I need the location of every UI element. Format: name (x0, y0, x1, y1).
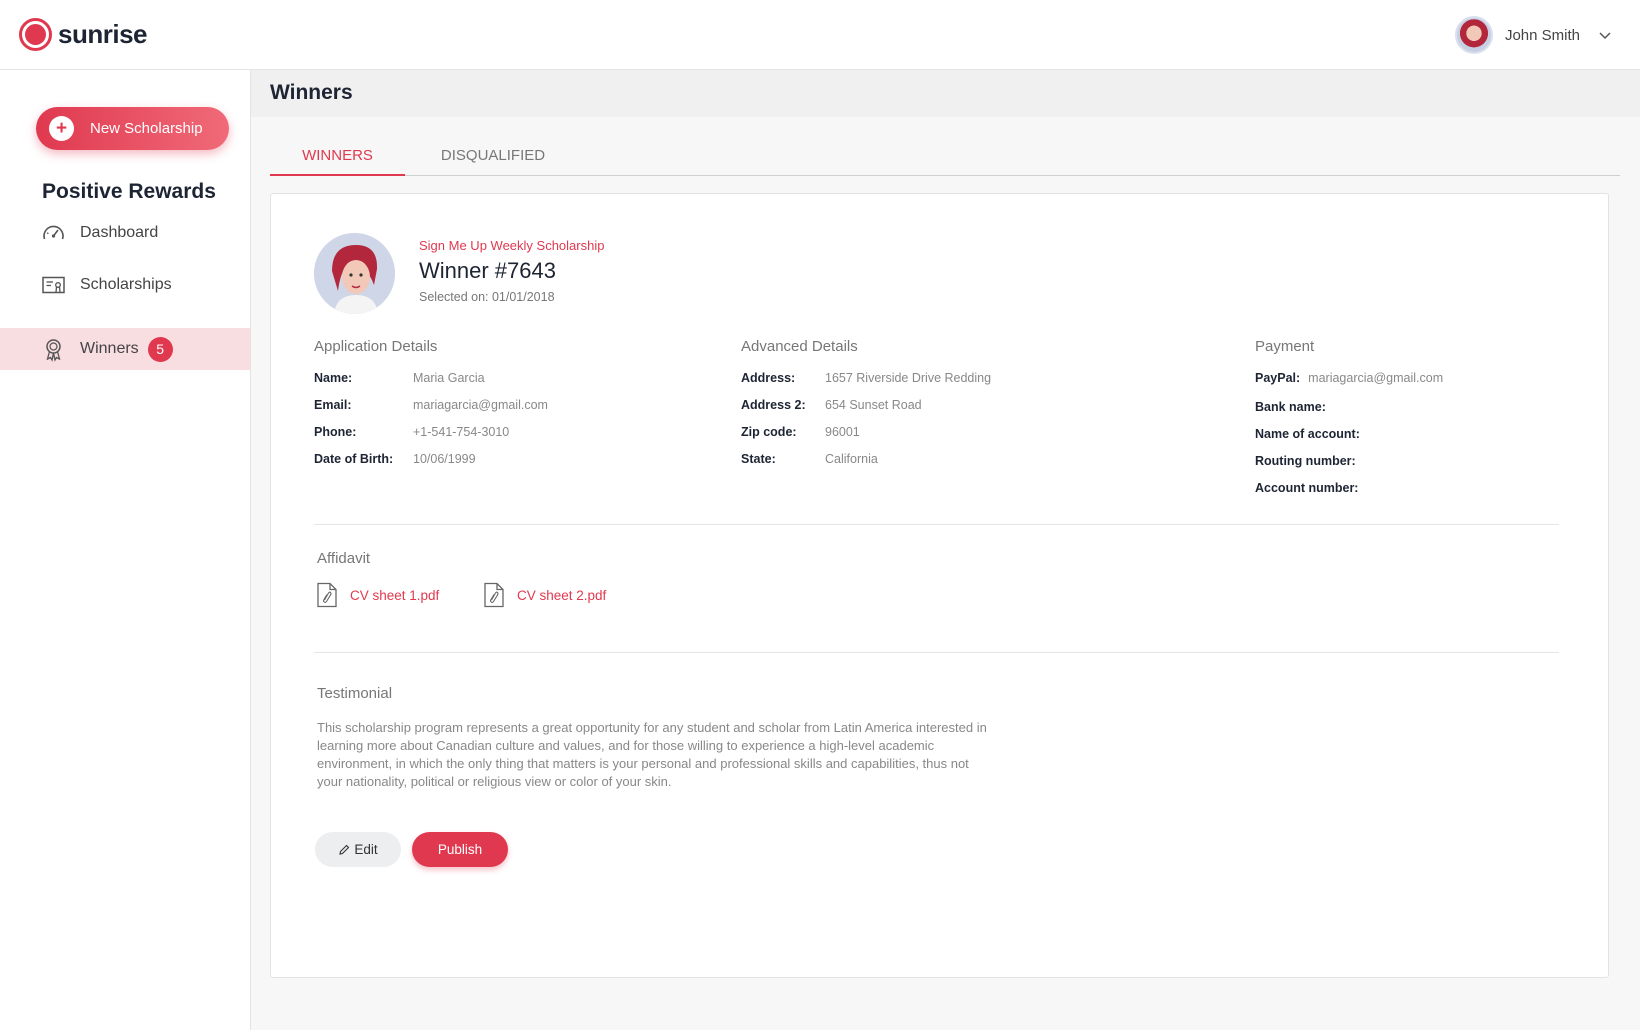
affidavit-file-2[interactable]: CV sheet 2.pdf (483, 582, 606, 608)
field-address: Address: 1657 Riverside Drive Redding (741, 371, 991, 385)
field-value: mariagarcia@gmail.com (413, 398, 548, 412)
sidebar-item-label: Winners (80, 340, 139, 357)
field-value: California (825, 452, 878, 466)
tab-bar: WINNERS DISQUALIFIED (270, 143, 1620, 176)
winner-title: Winner #7643 (419, 258, 556, 283)
speedometer-icon (43, 225, 64, 239)
field-name-of-account: Name of account: (1255, 427, 1360, 441)
testimonial-title: Testimonial (317, 685, 393, 702)
field-value: mariagarcia@gmail.com (1308, 371, 1444, 385)
main-content: Winners WINNERS DISQUALIFIED Sign Me Up … (251, 70, 1640, 1030)
field-label: Address 2: (741, 398, 806, 412)
new-scholarship-label: New Scholarship (90, 120, 203, 137)
page-header: Winners (251, 70, 1640, 117)
field-label: Email: (314, 398, 352, 412)
field-phone: Phone: +1-541-754-3010 (314, 425, 509, 439)
field-value: 96001 (825, 425, 860, 439)
publish-label: Publish (437, 842, 483, 857)
field-value: +1-541-754-3010 (413, 425, 510, 439)
field-label: Name of account: (1255, 427, 1360, 441)
publish-button[interactable]: Publish (412, 832, 508, 867)
document-icon (317, 582, 337, 608)
user-menu[interactable]: John Smith (1454, 15, 1614, 55)
field-value: 1657 Riverside Drive Redding (825, 371, 992, 385)
field-label: Name: (314, 371, 353, 385)
winner-photo (314, 233, 395, 314)
logo-icon (19, 18, 52, 51)
user-avatar[interactable] (1454, 16, 1493, 54)
user-name[interactable]: John Smith (1505, 27, 1580, 44)
sidebar: + New Scholarship Positive Rewards Dashb… (0, 70, 251, 1030)
brand-name: sunrise (58, 19, 148, 49)
field-value: 654 Sunset Road (825, 398, 922, 412)
new-scholarship-button[interactable]: + New Scholarship (36, 107, 229, 150)
sidebar-item-scholarships[interactable]: Scholarships (0, 264, 250, 306)
edit-button[interactable]: Edit (315, 832, 401, 867)
divider (314, 524, 1559, 525)
sidebar-item-label: Scholarships (80, 276, 172, 293)
field-bank-name: Bank name: (1255, 400, 1326, 414)
field-email: Email: mariagarcia@gmail.com (314, 398, 548, 412)
brand-logo[interactable]: sunrise (19, 18, 148, 51)
field-label: State: (741, 452, 776, 466)
field-address-2: Address 2: 654 Sunset Road (741, 398, 922, 412)
edit-label: Edit (354, 842, 378, 857)
field-value: 10/06/1999 (413, 452, 476, 466)
file-name[interactable]: CV sheet 2.pdf (517, 588, 606, 603)
sidebar-item-dashboard[interactable]: Dashboard (0, 212, 250, 254)
advanced-details-title: Advanced Details (741, 338, 858, 355)
winner-card: Sign Me Up Weekly Scholarship Winner #76… (270, 193, 1609, 978)
file-name[interactable]: CV sheet 1.pdf (350, 588, 439, 603)
tab-winners[interactable]: WINNERS (270, 143, 405, 176)
divider (314, 652, 1559, 653)
chevron-down-icon[interactable] (1596, 26, 1614, 44)
application-details-title: Application Details (314, 338, 438, 355)
selected-date: Selected on: 01/01/2018 (419, 290, 555, 304)
field-label: Routing number: (1255, 454, 1356, 468)
field-label: Phone: (314, 425, 357, 439)
field-label: PayPal: (1255, 371, 1301, 385)
field-routing-number: Routing number: (1255, 454, 1356, 468)
top-bar: sunrise John Smith (0, 0, 1640, 70)
certificate-icon (42, 276, 65, 293)
scholarship-name[interactable]: Sign Me Up Weekly Scholarship (419, 238, 604, 253)
testimonial-text: This scholarship program represents a gr… (317, 720, 987, 789)
affidavit-title: Affidavit (317, 550, 371, 567)
field-name: Name: Maria Garcia (314, 371, 485, 385)
field-label: Bank name: (1255, 400, 1326, 414)
field-state: State: California (741, 452, 878, 466)
field-value: Maria Garcia (413, 371, 485, 385)
field-label: Account number: (1255, 481, 1359, 495)
sidebar-item-label: Dashboard (80, 224, 159, 241)
tab-disqualified[interactable]: DISQUALIFIED (433, 143, 553, 176)
field-date-of-birth: Date of Birth: 10/06/1999 (314, 452, 476, 466)
document-icon (484, 582, 504, 608)
field-paypal: PayPal: mariagarcia@gmail.com (1255, 371, 1443, 385)
award-icon (46, 338, 61, 362)
payment-title: Payment (1255, 338, 1315, 355)
sidebar-item-winners[interactable]: Winners 5 (0, 328, 250, 370)
field-label: Zip code: (741, 425, 797, 439)
winners-count-badge: 5 (147, 336, 173, 362)
organization-title: Positive Rewards (42, 180, 216, 203)
field-label: Date of Birth: (314, 452, 394, 466)
affidavit-file-1[interactable]: CV sheet 1.pdf (316, 582, 439, 608)
field-account-number: Account number: (1255, 481, 1358, 495)
field-label: Address: (741, 371, 796, 385)
pencil-icon (339, 844, 350, 855)
field-zip-code: Zip code: 96001 (741, 425, 860, 439)
plus-icon: + (49, 116, 74, 141)
page-title: Winners (270, 81, 353, 104)
winner-avatar (314, 233, 395, 314)
